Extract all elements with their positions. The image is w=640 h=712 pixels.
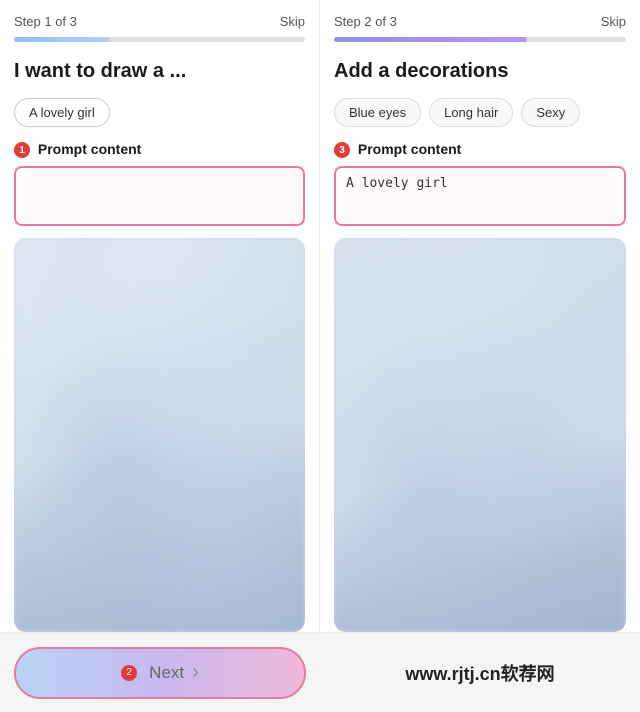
left-prompt-number: 1 xyxy=(14,142,30,158)
right-skip-button[interactable]: Skip xyxy=(601,14,626,29)
watermark-container: www.rjtj.cn软荐网 xyxy=(320,633,640,712)
watermark-text: www.rjtj.cn软荐网 xyxy=(405,660,554,686)
left-panel: Step 1 of 3 Skip I want to draw a ... A … xyxy=(0,0,320,632)
left-skip-button[interactable]: Skip xyxy=(280,14,305,29)
left-image-bg xyxy=(14,238,305,632)
left-step-label: Step 1 of 3 xyxy=(14,14,77,29)
left-next-container: 2 Next › xyxy=(0,633,320,712)
chip-lovely-girl[interactable]: A lovely girl xyxy=(14,98,110,127)
left-panel-header: Step 1 of 3 Skip xyxy=(14,14,305,29)
right-prompt-input[interactable]: A lovely girl xyxy=(334,166,626,226)
left-next-button[interactable]: 2 Next › xyxy=(14,647,306,699)
right-panel-header: Step 2 of 3 Skip xyxy=(334,14,626,29)
right-prompt-label: 3 Prompt content xyxy=(334,141,626,158)
right-progress-track xyxy=(334,37,626,42)
left-image-preview xyxy=(14,238,305,632)
left-prompt-label: 1 Prompt content xyxy=(14,141,305,158)
left-chip-row: A lovely girl xyxy=(14,98,305,127)
chip-long-hair[interactable]: Long hair xyxy=(429,98,513,127)
left-next-arrow-icon: › xyxy=(192,661,199,684)
chip-blue-eyes[interactable]: Blue eyes xyxy=(334,98,421,127)
left-panel-title: I want to draw a ... xyxy=(14,58,305,84)
right-chip-row: Blue eyes Long hair Sexy xyxy=(334,98,626,127)
left-progress-fill xyxy=(14,37,110,42)
right-prompt-number: 3 xyxy=(334,142,350,158)
right-panel-title: Add a decorations xyxy=(334,58,626,84)
left-prompt-input[interactable] xyxy=(14,166,305,226)
right-progress-fill xyxy=(334,37,527,42)
right-panel: Step 2 of 3 Skip Add a decorations Blue … xyxy=(320,0,640,632)
left-next-label: Next xyxy=(149,663,184,683)
right-image-bg xyxy=(334,238,626,632)
chip-sexy[interactable]: Sexy xyxy=(521,98,580,127)
left-progress-track xyxy=(14,37,305,42)
left-next-number: 2 xyxy=(121,665,137,681)
right-step-label: Step 2 of 3 xyxy=(334,14,397,29)
bottom-bar: 2 Next › www.rjtj.cn软荐网 xyxy=(0,632,640,712)
right-image-preview xyxy=(334,238,626,632)
